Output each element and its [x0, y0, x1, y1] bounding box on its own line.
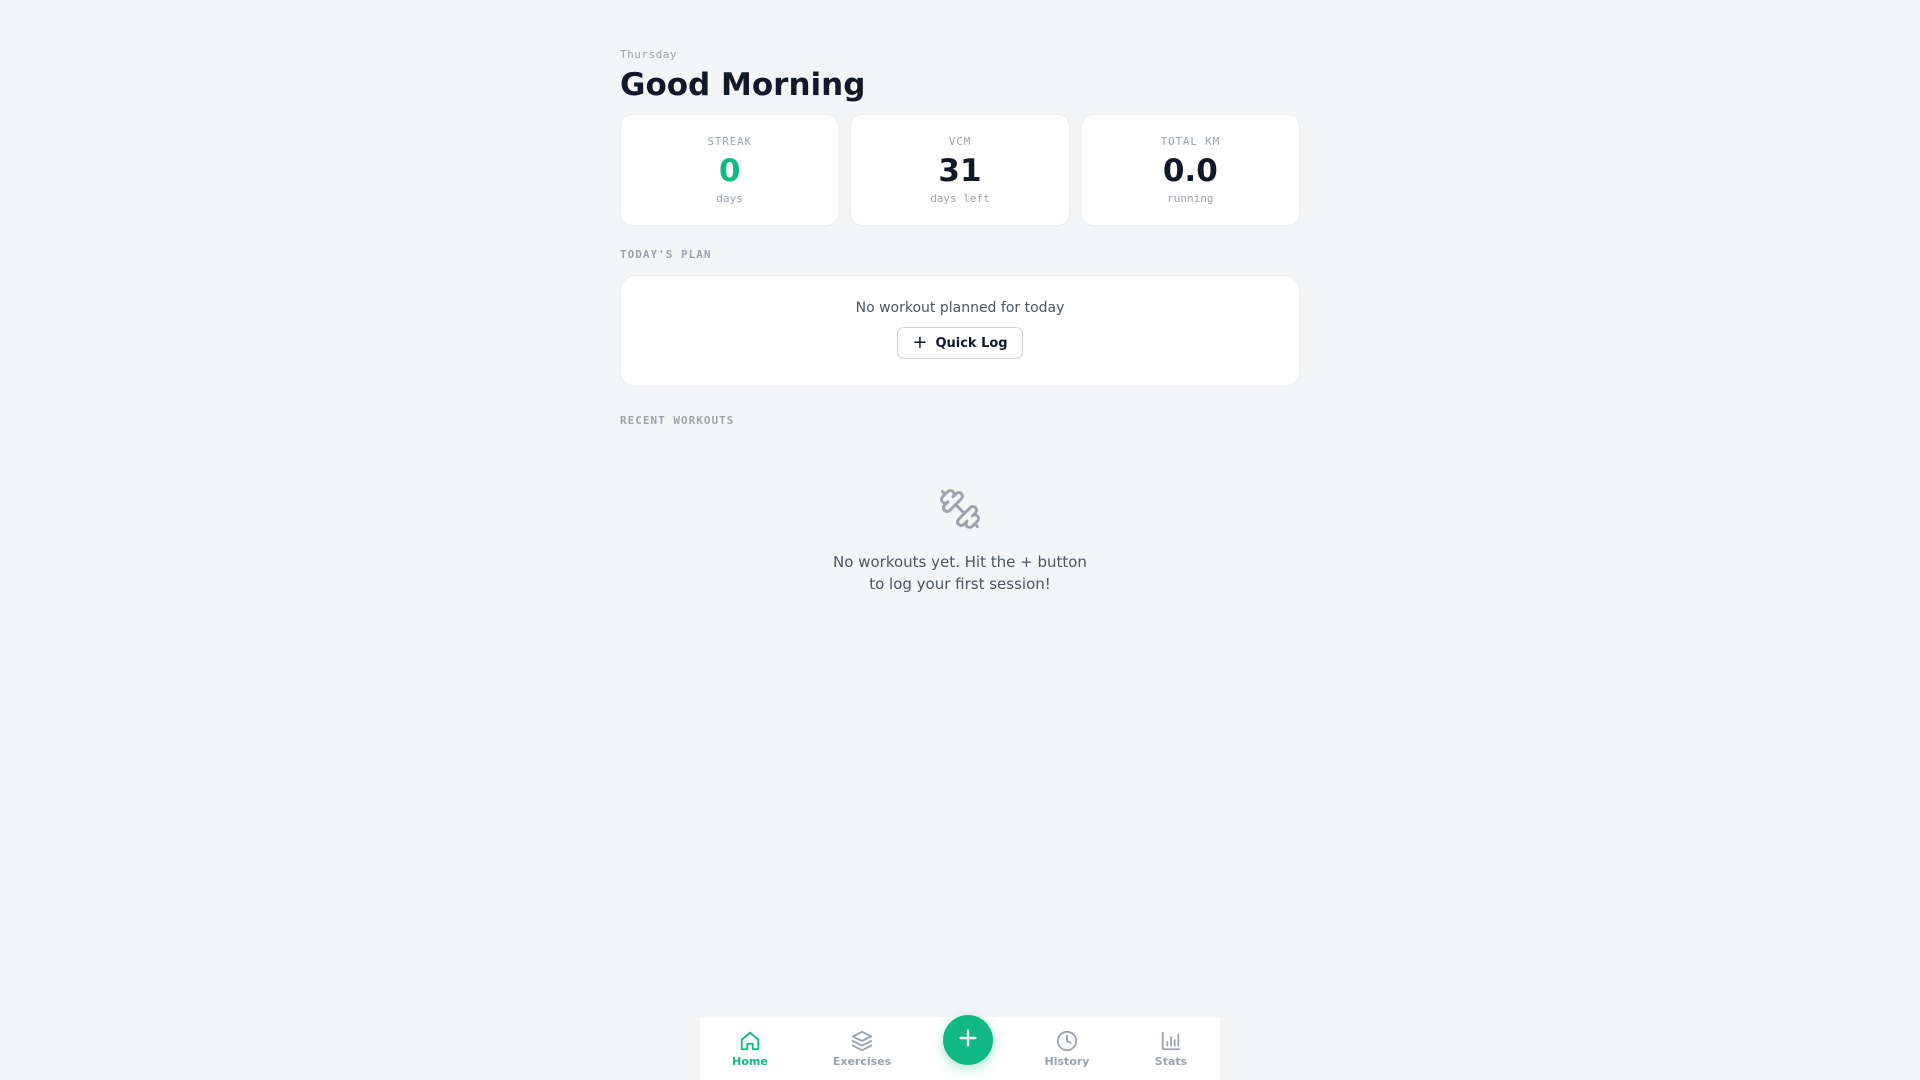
quick-log-label: Quick Log	[935, 335, 1008, 351]
stat-label: VCM	[948, 135, 972, 148]
todays-plan-heading: TODAY'S PLAN	[620, 248, 712, 261]
stat-value: 0.0	[1162, 153, 1218, 189]
nav-item-home[interactable]: Home	[705, 1030, 795, 1068]
dumbbell-icon	[938, 487, 982, 531]
stat-card-vcm: VCM 31 days left	[850, 114, 1070, 226]
stat-unit: running	[1167, 192, 1214, 205]
nav-label: History	[1044, 1055, 1090, 1068]
stat-unit: days	[716, 192, 743, 205]
plus-icon	[957, 1027, 979, 1053]
bar-chart-icon	[1126, 1030, 1216, 1052]
nav-item-exercises[interactable]: Exercises	[817, 1030, 907, 1068]
stat-value: 0	[718, 153, 741, 189]
nav-label: Home	[732, 1055, 768, 1068]
stat-label: STREAK	[707, 135, 752, 148]
app-screen: Thursday Good Morning STREAK 0 days VCM …	[0, 0, 1920, 1080]
nav-label: Stats	[1154, 1055, 1188, 1068]
plus-icon: +	[912, 332, 928, 353]
quick-log-button[interactable]: + Quick Log	[897, 327, 1023, 359]
layers-icon	[817, 1030, 907, 1052]
nav-item-history[interactable]: History	[1022, 1030, 1112, 1068]
add-workout-button[interactable]	[943, 1015, 993, 1065]
stat-unit: days left	[930, 192, 990, 205]
recent-workouts-heading: RECENT WORKOUTS	[620, 414, 735, 427]
stat-value: 31	[938, 153, 982, 189]
stat-card-total-km: TOTAL KM 0.0 running	[1080, 114, 1300, 226]
recent-workouts-empty-state: No workouts yet. Hit the + button to log…	[620, 487, 1300, 595]
nav-label: Exercises	[832, 1055, 892, 1068]
stat-card-streak: STREAK 0 days	[620, 114, 840, 226]
clock-icon	[1022, 1030, 1112, 1052]
nav-item-stats[interactable]: Stats	[1126, 1030, 1216, 1068]
main-content: Thursday Good Morning STREAK 0 days VCM …	[620, 48, 1300, 595]
page-title: Good Morning	[620, 67, 866, 103]
plan-empty-text: No workout planned for today	[855, 300, 1065, 316]
stat-label: TOTAL KM	[1160, 135, 1221, 148]
recent-workouts-empty-text: No workouts yet. Hit the + button to log…	[833, 553, 1087, 593]
todays-plan-card: No workout planned for today + Quick Log	[620, 275, 1300, 387]
weekday-label: Thursday	[620, 48, 677, 61]
home-icon	[705, 1030, 795, 1052]
stats-row: STREAK 0 days VCM 31 days left TOTAL KM …	[620, 114, 1300, 226]
